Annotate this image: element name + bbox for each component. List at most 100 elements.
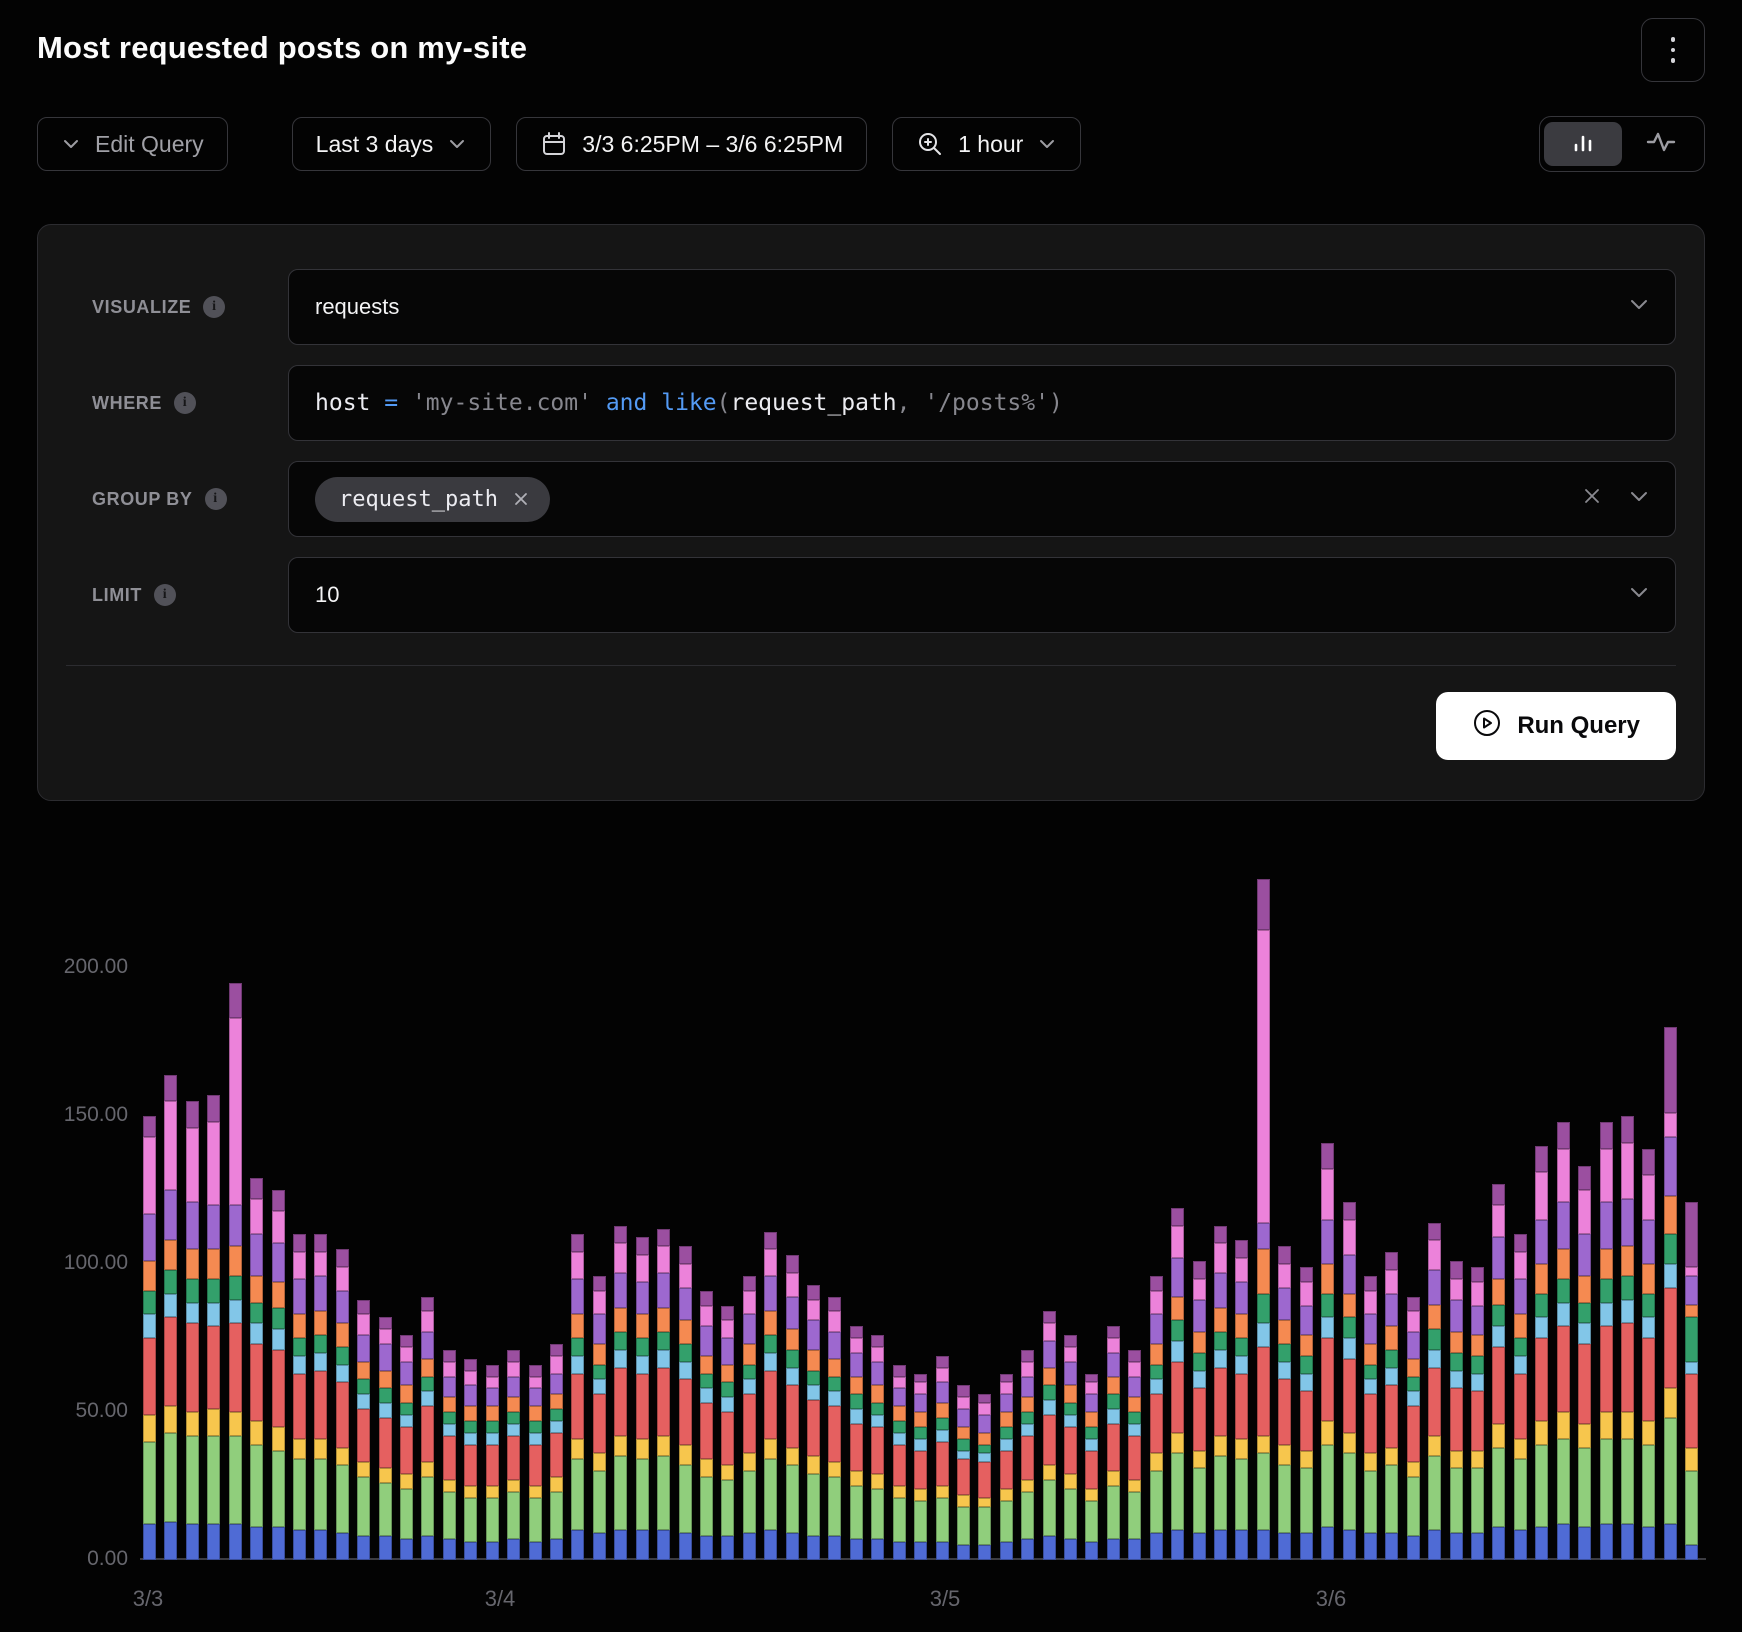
stacked-bar[interactable] (936, 1356, 949, 1560)
stacked-bar[interactable] (978, 1394, 991, 1560)
stacked-bar[interactable] (1343, 1202, 1356, 1560)
stacked-bar[interactable] (1193, 1261, 1206, 1560)
stacked-bar[interactable] (1664, 1027, 1677, 1560)
stacked-bar[interactable] (250, 1178, 263, 1560)
stacked-bar[interactable] (1171, 1208, 1184, 1560)
time-range-dropdown[interactable]: Last 3 days (292, 117, 492, 171)
stacked-bar[interactable] (293, 1234, 306, 1560)
stacked-bar[interactable] (1685, 1202, 1698, 1560)
line-chart-toggle[interactable] (1622, 122, 1700, 166)
stacked-bar[interactable] (186, 1101, 199, 1560)
stacked-bar[interactable] (314, 1234, 327, 1560)
run-query-button[interactable]: Run Query (1436, 692, 1676, 760)
bar-segment (1514, 1314, 1527, 1338)
stacked-bar[interactable] (1492, 1184, 1505, 1560)
stacked-bar[interactable] (614, 1226, 627, 1560)
stacked-bar[interactable] (721, 1306, 734, 1560)
stacked-bar[interactable] (1235, 1240, 1248, 1560)
stacked-bar[interactable] (1278, 1246, 1291, 1560)
date-range-picker[interactable]: 3/3 6:25PM – 3/6 6:25PM (516, 117, 867, 171)
clear-selection-icon[interactable] (1581, 485, 1603, 513)
stacked-bar[interactable] (207, 1095, 220, 1560)
stacked-bar[interactable] (1471, 1267, 1484, 1560)
stacked-bar[interactable] (1000, 1374, 1013, 1560)
stacked-bar[interactable] (743, 1276, 756, 1560)
group-by-chip[interactable]: request_path (315, 477, 550, 522)
stacked-bar[interactable] (871, 1335, 884, 1560)
visualize-select[interactable]: requests (288, 269, 1676, 345)
stacked-bar[interactable] (336, 1249, 349, 1560)
stacked-bar[interactable] (1257, 879, 1270, 1560)
bar-segment (357, 1379, 370, 1394)
stacked-bar[interactable] (1514, 1234, 1527, 1560)
stacked-bar[interactable] (1557, 1122, 1570, 1560)
stacked-bar[interactable] (700, 1291, 713, 1560)
stacked-bar[interactable] (1450, 1261, 1463, 1560)
stacked-bar[interactable] (357, 1300, 370, 1560)
stacked-bar[interactable] (1578, 1166, 1591, 1560)
stacked-bar[interactable] (229, 983, 242, 1560)
stacked-bar[interactable] (807, 1285, 820, 1560)
stacked-bar[interactable] (957, 1385, 970, 1560)
info-icon[interactable]: i (203, 296, 225, 318)
stacked-bar[interactable] (529, 1365, 542, 1560)
stacked-bar[interactable] (1021, 1350, 1034, 1560)
more-options-button[interactable] (1641, 18, 1705, 82)
stacked-bar[interactable] (507, 1350, 520, 1560)
stacked-bar[interactable] (164, 1075, 177, 1560)
bar-segment (1514, 1338, 1527, 1356)
bar-segment (1343, 1359, 1356, 1433)
stacked-bar[interactable] (1428, 1223, 1441, 1560)
stacked-bar[interactable] (1043, 1311, 1056, 1560)
stacked-bar[interactable] (1085, 1374, 1098, 1560)
bar-segment (786, 1385, 799, 1447)
info-icon[interactable]: i (205, 488, 227, 510)
stacked-bar[interactable] (1128, 1350, 1141, 1560)
stacked-bar[interactable] (443, 1350, 456, 1560)
stacked-bar[interactable] (850, 1326, 863, 1560)
interval-dropdown[interactable]: 1 hour (892, 117, 1081, 171)
stacked-bar[interactable] (379, 1317, 392, 1560)
stacked-bar[interactable] (893, 1365, 906, 1560)
stacked-bar[interactable] (464, 1359, 477, 1560)
stacked-bar[interactable] (421, 1297, 434, 1560)
bar-segment (1128, 1397, 1141, 1412)
stacked-bar[interactable] (486, 1365, 499, 1560)
stacked-bar[interactable] (764, 1232, 777, 1560)
stacked-bar[interactable] (1321, 1143, 1334, 1560)
stacked-bar[interactable] (550, 1344, 563, 1560)
stacked-bar[interactable] (636, 1237, 649, 1560)
edit-query-button[interactable]: Edit Query (37, 117, 228, 171)
bar-segment (764, 1353, 777, 1371)
stacked-bar[interactable] (1621, 1116, 1634, 1560)
stacked-bar[interactable] (400, 1335, 413, 1560)
stacked-bar[interactable] (593, 1276, 606, 1560)
stacked-bar[interactable] (1107, 1326, 1120, 1560)
bar-chart-toggle[interactable] (1544, 122, 1622, 166)
stacked-bar[interactable] (1150, 1276, 1163, 1560)
limit-select[interactable]: 10 (288, 557, 1676, 633)
stacked-bar[interactable] (828, 1297, 841, 1560)
stacked-bar[interactable] (272, 1190, 285, 1560)
stacked-bar[interactable] (1064, 1335, 1077, 1560)
stacked-bar[interactable] (1385, 1252, 1398, 1560)
stacked-bar[interactable] (657, 1229, 670, 1560)
stacked-bar[interactable] (1214, 1226, 1227, 1560)
stacked-bar[interactable] (1600, 1122, 1613, 1560)
stacked-bar[interactable] (679, 1246, 692, 1560)
bar-segment (700, 1356, 713, 1374)
stacked-bar[interactable] (571, 1234, 584, 1560)
where-input[interactable]: host = 'my-site.com' and like(request_pa… (288, 365, 1676, 441)
group-by-select[interactable]: request_path (288, 461, 1676, 537)
info-icon[interactable]: i (154, 584, 176, 606)
chip-remove-icon[interactable] (512, 490, 530, 508)
info-icon[interactable]: i (174, 392, 196, 414)
stacked-bar[interactable] (1364, 1276, 1377, 1560)
stacked-bar[interactable] (143, 1116, 156, 1560)
stacked-bar[interactable] (914, 1374, 927, 1560)
stacked-bar[interactable] (1300, 1267, 1313, 1560)
stacked-bar[interactable] (1642, 1149, 1655, 1560)
stacked-bar[interactable] (786, 1255, 799, 1560)
stacked-bar[interactable] (1535, 1146, 1548, 1560)
stacked-bar[interactable] (1407, 1297, 1420, 1560)
